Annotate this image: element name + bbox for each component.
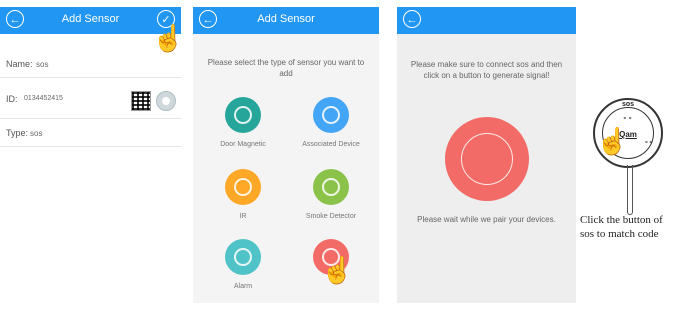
sensor-type-prompt: Please select the type of sensor you wan… <box>207 58 365 78</box>
name-label: Name: <box>6 59 33 69</box>
door-magnetic-icon <box>225 97 261 133</box>
back-arrow-icon[interactable]: ← <box>403 10 421 28</box>
device-sos-label: sos <box>621 101 635 108</box>
qr-code-icon[interactable] <box>131 91 151 111</box>
sensor-ir[interactable]: IR <box>200 169 286 220</box>
sensor-door-magnetic[interactable]: Door Magnetic <box>200 97 286 148</box>
device-side-dots-icon: ∘∘ <box>644 139 653 146</box>
pointing-hand-icon: ☝ <box>596 126 629 156</box>
signal-indicator <box>445 117 529 201</box>
add-sensor-form-screen: ← Add Sensor ✓ ☝ Name: sos ID: 013445241… <box>0 7 181 303</box>
pointing-hand-icon: ☝ <box>321 255 354 285</box>
name-row[interactable]: Name: sos <box>0 53 181 78</box>
app-bar: ← Add Sensor <box>193 7 379 34</box>
sensor-label: Alarm <box>233 283 253 290</box>
screen-title: Add Sensor <box>257 13 315 25</box>
id-value: 0134452415 <box>24 95 63 102</box>
sensor-label: Door Magnetic <box>220 141 266 148</box>
id-label: ID: <box>6 94 18 104</box>
associated-device-icon <box>313 97 349 133</box>
alarm-icon <box>225 239 261 275</box>
sensor-associated-device[interactable]: Associated Device <box>288 97 374 148</box>
scan-button[interactable] <box>156 91 176 111</box>
type-row: Type: sos <box>0 124 181 147</box>
sensor-label: Associated Device <box>302 141 360 148</box>
sensor-label: IR <box>239 213 247 220</box>
sensor-label: Smoke Detector <box>305 213 357 220</box>
app-bar: ← <box>397 7 576 34</box>
sensor-smoke-detector[interactable]: Smoke Detector <box>288 169 374 220</box>
smoke-detector-icon <box>313 169 349 205</box>
signal-ring <box>461 133 513 185</box>
ir-icon <box>225 169 261 205</box>
lanyard-cord <box>627 165 633 215</box>
instruction-caption: Click the button of sos to match code <box>580 214 663 240</box>
pointing-hand-icon: ☝ <box>152 23 181 53</box>
device-dots-icon: ∘∘ <box>622 115 634 122</box>
pairing-screen: ← Please make sure to connect sos and th… <box>397 7 576 303</box>
sensor-alarm[interactable]: Alarm <box>200 239 286 290</box>
sensor-type-screen: ← Add Sensor Please select the type of s… <box>193 7 379 303</box>
id-row: ID: 0134452415 <box>0 84 181 119</box>
pairing-instruction: Please make sure to connect sos and then… <box>410 60 563 80</box>
name-field[interactable]: sos <box>36 60 48 69</box>
type-value: sos <box>30 129 43 138</box>
type-label: Type: <box>6 128 29 138</box>
pairing-waiting-text: Please wait while we pair your devices. <box>417 215 556 224</box>
